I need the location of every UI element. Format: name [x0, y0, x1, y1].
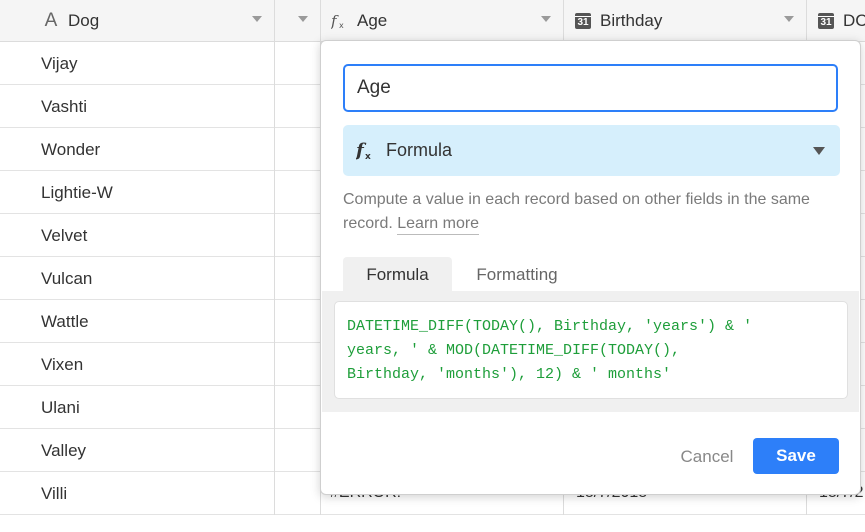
calendar-icon: 31	[574, 12, 592, 30]
cell-dog-text: Ulani	[41, 398, 80, 417]
column-header-dog-label: Dog	[68, 10, 100, 30]
text-field-icon: A	[44, 9, 58, 31]
cell-dog[interactable]: Villi	[0, 472, 275, 515]
formula-editor[interactable]: DATETIME_DIFF(TODAY(), Birthday, 'years'…	[334, 301, 848, 399]
column-header-age-label: Age	[357, 10, 388, 30]
column-header-dog[interactable]: A Dog	[0, 0, 275, 41]
cell-dog-text: Vashti	[41, 97, 87, 116]
cell-empty[interactable]	[275, 42, 321, 85]
svg-text:x: x	[365, 152, 371, 162]
cell-dog-text: Vulcan	[41, 269, 93, 288]
cell-empty[interactable]	[275, 257, 321, 300]
cell-dog[interactable]: Vijay	[0, 42, 275, 85]
cell-dog[interactable]: Vixen	[0, 343, 275, 386]
tab-formatting[interactable]: Formatting	[452, 257, 582, 293]
field-type-select[interactable]: fx Formula	[343, 125, 840, 176]
formula-editor-panel: DATETIME_DIFF(TODAY(), Birthday, 'years'…	[322, 291, 859, 412]
column-header-dc[interactable]: 31 DC	[807, 0, 865, 41]
cell-empty[interactable]	[275, 472, 321, 515]
cell-dog-text: Valley	[41, 441, 87, 460]
cell-empty[interactable]	[275, 171, 321, 214]
svg-text:x: x	[339, 21, 344, 30]
column-header-birthday[interactable]: 31 Birthday	[564, 0, 807, 41]
cell-dog[interactable]: Lightie-W	[0, 171, 275, 214]
cell-empty[interactable]	[275, 300, 321, 343]
column-header-narrow[interactable]	[275, 0, 321, 41]
cancel-button[interactable]: Cancel	[667, 439, 747, 475]
svg-text:f: f	[331, 12, 339, 30]
cell-dog-text: Velvet	[41, 226, 88, 245]
cell-dog[interactable]: Wattle	[0, 300, 275, 343]
field-config-popup: fx Formula Compute a value in each recor…	[320, 40, 861, 495]
chevron-down-icon	[813, 147, 825, 155]
column-header-age[interactable]: fx Age	[321, 0, 564, 41]
cell-empty[interactable]	[275, 214, 321, 257]
cell-dog[interactable]: Ulani	[0, 386, 275, 429]
cell-dog[interactable]: Vulcan	[0, 257, 275, 300]
save-button[interactable]: Save	[753, 438, 839, 474]
formula-icon: fx	[331, 12, 349, 30]
cell-empty[interactable]	[275, 343, 321, 386]
column-header-dc-label: DC	[843, 10, 865, 30]
calendar-icon: 31	[817, 12, 835, 30]
field-name-input[interactable]	[343, 64, 838, 112]
cell-dog-text: Vijay	[41, 54, 78, 73]
field-type-label: Formula	[386, 140, 453, 160]
cell-dog-text: Villi	[41, 484, 68, 503]
cell-empty[interactable]	[275, 128, 321, 171]
learn-more-link[interactable]: Learn more	[397, 215, 480, 235]
cell-dog[interactable]: Vashti	[0, 85, 275, 128]
cell-dog-text: Wattle	[41, 312, 89, 331]
formula-icon: fx	[356, 140, 376, 162]
field-type-description: Compute a value in each record based on …	[343, 188, 833, 236]
cell-dog-text: Lightie-W	[41, 183, 113, 202]
column-header-birthday-label: Birthday	[600, 10, 663, 30]
cell-empty[interactable]	[275, 85, 321, 128]
tab-formula[interactable]: Formula	[343, 257, 452, 293]
cell-dog[interactable]: Velvet	[0, 214, 275, 257]
cell-dog[interactable]: Wonder	[0, 128, 275, 171]
chevron-down-icon[interactable]	[541, 16, 551, 22]
chevron-down-icon[interactable]	[784, 16, 794, 22]
cell-dog-text: Wonder	[41, 140, 101, 159]
chevron-down-icon[interactable]	[252, 16, 262, 22]
grid-header: A Dog fx Age 31 Birthday 31 DC	[0, 0, 865, 42]
cell-empty[interactable]	[275, 429, 321, 472]
cell-empty[interactable]	[275, 386, 321, 429]
cell-dog[interactable]: Valley	[0, 429, 275, 472]
cell-dog-text: Vixen	[41, 355, 84, 374]
chevron-down-icon[interactable]	[298, 16, 308, 22]
